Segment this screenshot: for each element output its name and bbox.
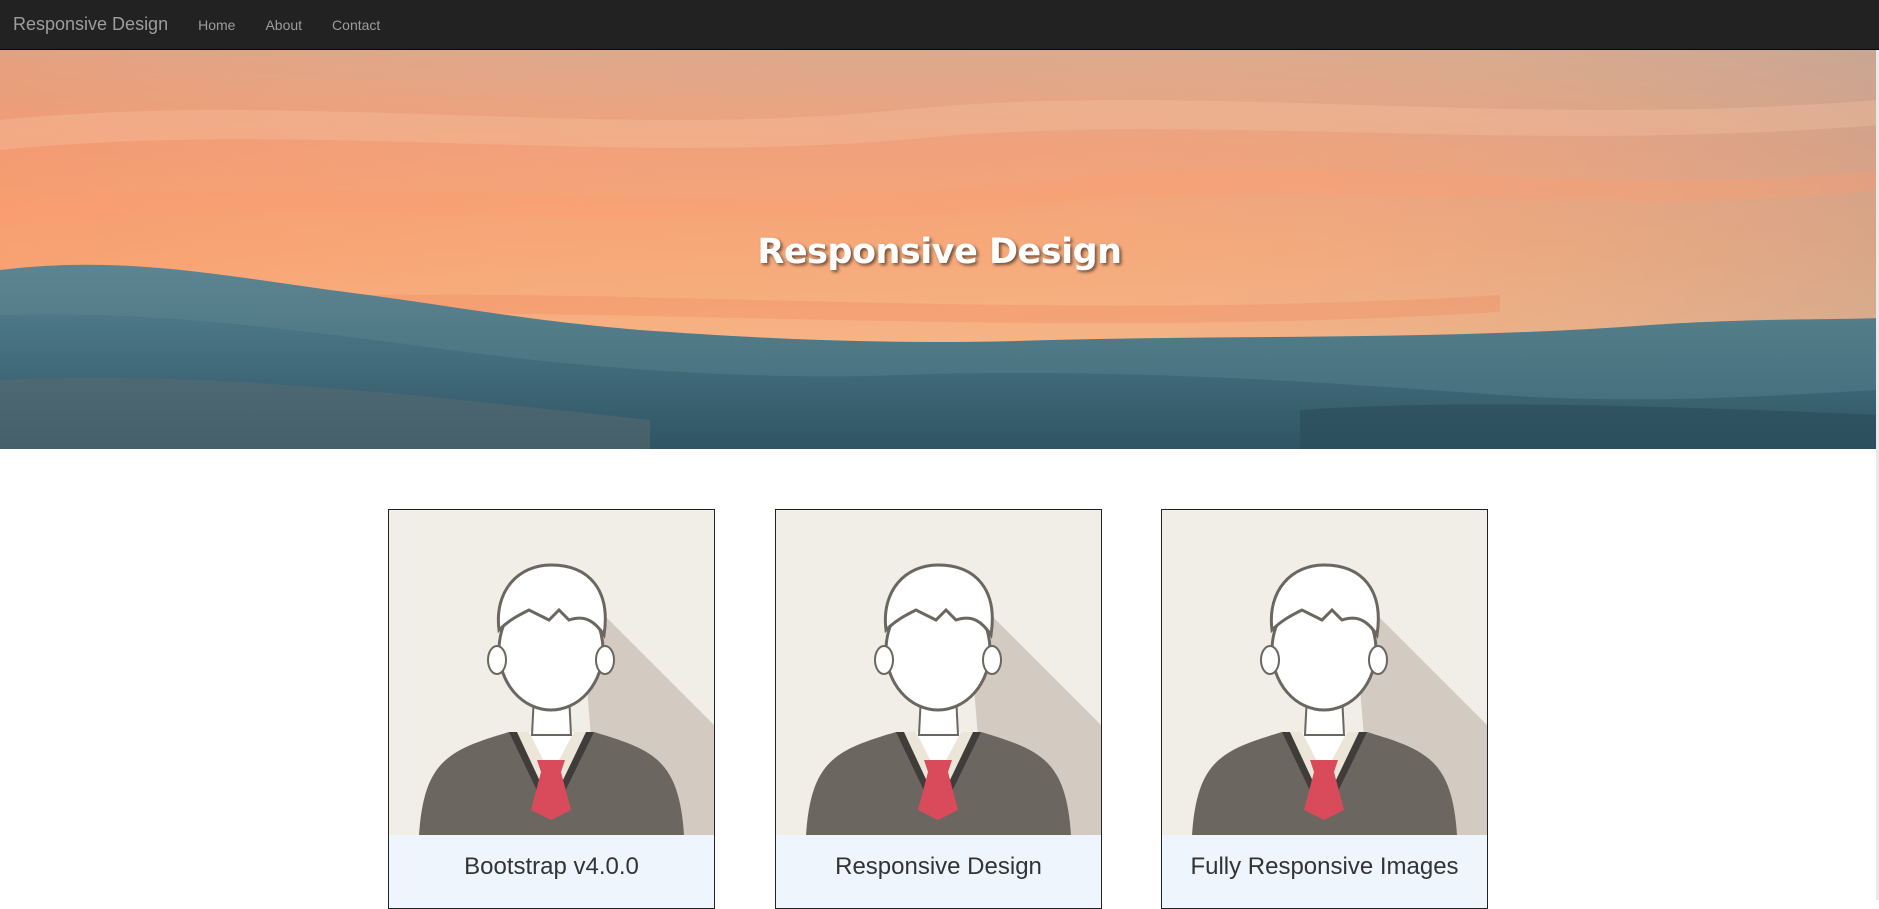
- nav-link-contact[interactable]: Contact: [332, 17, 380, 33]
- nav-link-home[interactable]: Home: [198, 17, 235, 33]
- avatar-man-with-tie-icon: [1162, 510, 1487, 835]
- hero-banner: Responsive Design: [0, 50, 1879, 449]
- card-caption: Bootstrap v4.0.0: [389, 835, 714, 908]
- navbar-brand[interactable]: Responsive Design: [13, 14, 168, 35]
- card-caption: Fully Responsive Images: [1162, 835, 1487, 908]
- avatar-man-with-tie-icon: [776, 510, 1101, 835]
- top-navbar: Responsive Design Home About Contact: [0, 0, 1879, 50]
- card-caption: Responsive Design: [776, 835, 1101, 908]
- card-fully-responsive-images[interactable]: Fully Responsive Images: [1161, 509, 1488, 909]
- card-bootstrap[interactable]: Bootstrap v4.0.0: [388, 509, 715, 909]
- nav-link-about[interactable]: About: [265, 17, 302, 33]
- avatar-man-with-tie-icon: [389, 510, 714, 835]
- card-responsive-design[interactable]: Responsive Design: [775, 509, 1102, 909]
- hero-title: Responsive Design: [757, 232, 1122, 272]
